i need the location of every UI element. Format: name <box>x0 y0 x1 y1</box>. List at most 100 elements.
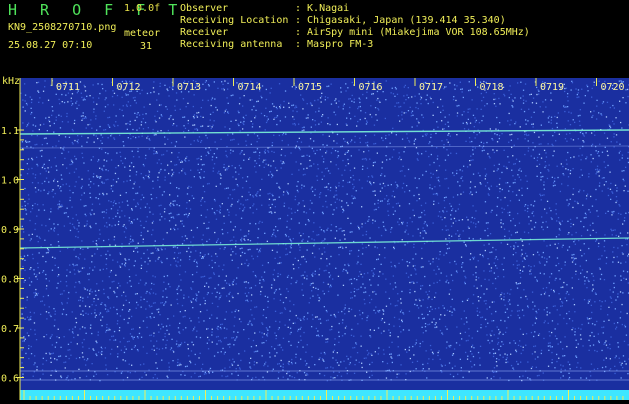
noise-dot <box>577 202 578 203</box>
noise-dot <box>56 342 57 343</box>
noise-dot <box>544 257 545 258</box>
noise-dot <box>569 203 570 204</box>
noise-dot <box>437 107 438 108</box>
noise-dot <box>416 147 417 148</box>
noise-dot <box>455 220 456 221</box>
noise-dot <box>433 318 434 319</box>
noise-dot <box>262 337 263 338</box>
noise-dot <box>76 168 77 169</box>
noise-dot <box>515 252 516 253</box>
noise-dot <box>535 323 536 324</box>
noise-dot <box>255 285 256 286</box>
noise-dot <box>137 304 138 305</box>
noise-dot <box>356 360 357 361</box>
noise-dot <box>203 164 204 165</box>
noise-dot <box>227 232 228 233</box>
noise-dot <box>242 252 243 253</box>
noise-dot <box>354 373 355 374</box>
noise-dot <box>393 214 394 215</box>
noise-dot <box>230 254 231 255</box>
noise-dot <box>363 158 364 159</box>
noise-dot <box>161 163 162 164</box>
noise-dot <box>112 185 113 186</box>
noise-dot <box>38 189 39 190</box>
noise-dot <box>336 143 337 144</box>
noise-dot <box>320 318 321 319</box>
noise-dot <box>380 201 381 202</box>
noise-dot <box>126 104 127 105</box>
noise-dot <box>542 195 543 196</box>
noise-dot <box>201 107 202 108</box>
noise-dot <box>623 180 624 181</box>
noise-dot <box>195 354 196 355</box>
noise-dot <box>86 142 87 143</box>
noise-dot <box>188 355 189 356</box>
noise-dot <box>242 128 243 129</box>
noise-dot <box>475 210 476 211</box>
noise-dot <box>596 173 597 174</box>
noise-dot <box>377 153 378 154</box>
noise-dot <box>248 292 249 293</box>
noise-dot <box>67 208 68 209</box>
noise-dot <box>405 85 406 86</box>
noise-dot <box>383 349 384 350</box>
noise-dot <box>58 234 59 235</box>
noise-dot <box>141 124 142 125</box>
noise-dot <box>357 262 358 263</box>
noise-dot <box>304 206 305 207</box>
noise-dot <box>440 99 441 100</box>
noise-dot <box>391 92 392 93</box>
noise-dot <box>151 349 152 350</box>
noise-dot <box>358 227 359 228</box>
noise-dot <box>152 222 153 223</box>
noise-dot <box>428 261 429 262</box>
noise-dot <box>62 313 63 314</box>
noise-dot <box>302 347 303 348</box>
noise-dot <box>207 294 208 295</box>
noise-dot <box>470 156 471 157</box>
noise-dot <box>151 313 152 314</box>
noise-dot <box>79 281 80 282</box>
noise-dot <box>209 369 210 370</box>
noise-dot <box>126 349 127 350</box>
noise-dot <box>302 130 303 131</box>
noise-dot <box>533 205 534 206</box>
noise-dot <box>344 170 345 171</box>
noise-dot <box>523 90 524 91</box>
noise-dot <box>488 195 489 196</box>
noise-dot <box>173 119 174 120</box>
noise-dot <box>346 123 347 124</box>
noise-dot <box>147 203 148 204</box>
noise-dot <box>494 133 495 134</box>
noise-dot <box>541 226 542 227</box>
noise-dot <box>193 106 194 107</box>
noise-dot <box>573 139 574 140</box>
noise-dot <box>470 259 471 260</box>
noise-dot <box>125 265 126 266</box>
noise-dot <box>495 288 496 289</box>
noise-dot <box>485 300 486 301</box>
noise-dot <box>170 229 171 230</box>
noise-dot <box>95 295 96 296</box>
noise-dot <box>553 306 554 307</box>
noise-dot <box>77 135 78 136</box>
noise-dot <box>453 376 454 377</box>
noise-dot <box>153 81 154 82</box>
noise-dot <box>586 85 587 86</box>
noise-dot <box>467 300 468 301</box>
noise-dot <box>286 248 287 249</box>
noise-dot <box>216 219 217 220</box>
noise-dot <box>362 312 363 313</box>
noise-dot <box>320 97 321 98</box>
noise-dot <box>148 258 149 259</box>
noise-dot <box>49 306 50 307</box>
noise-dot <box>209 372 210 373</box>
noise-dot <box>141 173 142 174</box>
noise-dot <box>198 357 199 358</box>
noise-dot <box>318 111 319 112</box>
noise-dot <box>256 345 257 346</box>
noise-dot <box>596 232 597 233</box>
noise-dot <box>300 149 301 150</box>
noise-dot <box>501 341 502 342</box>
noise-dot <box>25 205 26 206</box>
